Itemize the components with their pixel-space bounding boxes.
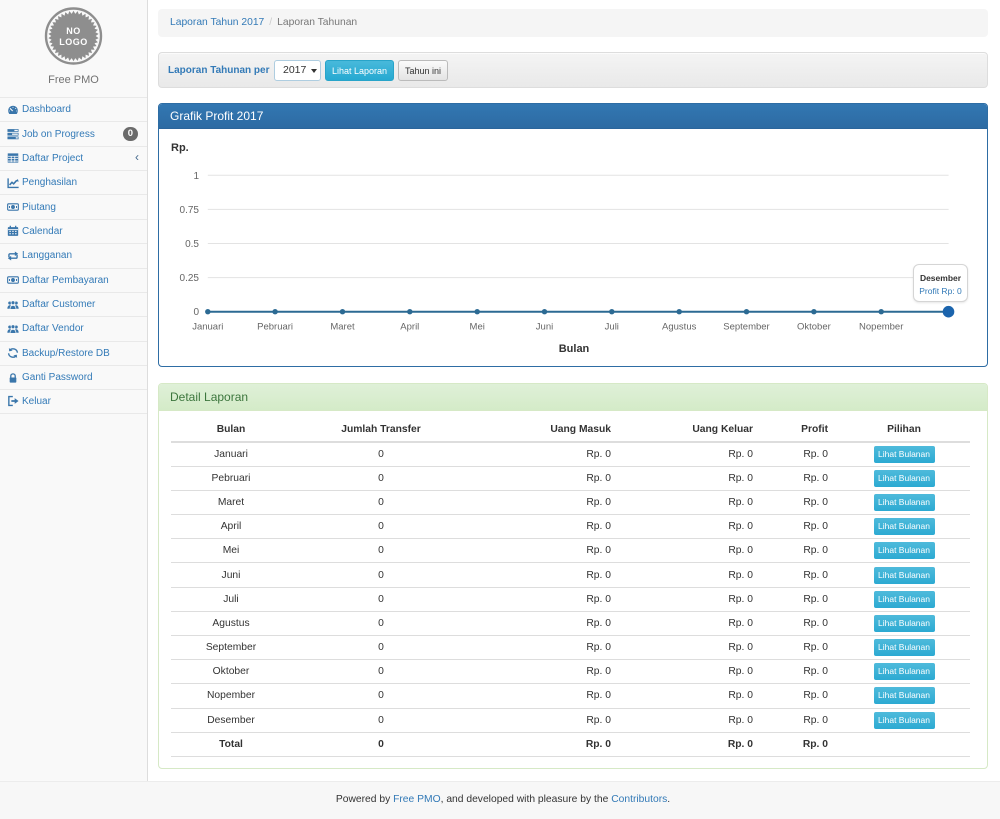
svg-text:0.25: 0.25 xyxy=(180,273,200,284)
svg-text:1: 1 xyxy=(193,171,199,182)
svg-text:Januari: Januari xyxy=(192,322,223,333)
svg-text:0.75: 0.75 xyxy=(180,205,200,216)
svg-text:0: 0 xyxy=(193,307,199,318)
svg-text:Oktober: Oktober xyxy=(797,322,831,333)
svg-text:Juni: Juni xyxy=(536,322,553,333)
svg-text:Bulan: Bulan xyxy=(559,343,590,355)
svg-text:Nopember: Nopember xyxy=(859,322,903,333)
svg-text:Mei: Mei xyxy=(470,322,485,333)
svg-text:LOGO: LOGO xyxy=(59,37,88,47)
svg-text:Pebruari: Pebruari xyxy=(257,322,293,333)
svg-text:Maret: Maret xyxy=(330,322,355,333)
svg-text:Juli: Juli xyxy=(605,322,619,333)
svg-text:Agustus: Agustus xyxy=(662,322,697,333)
svg-text:NO: NO xyxy=(66,26,81,36)
svg-text:September: September xyxy=(723,322,769,333)
svg-text:April: April xyxy=(400,322,419,333)
svg-text:0.5: 0.5 xyxy=(185,239,199,250)
svg-text:Rp.: Rp. xyxy=(171,142,189,154)
